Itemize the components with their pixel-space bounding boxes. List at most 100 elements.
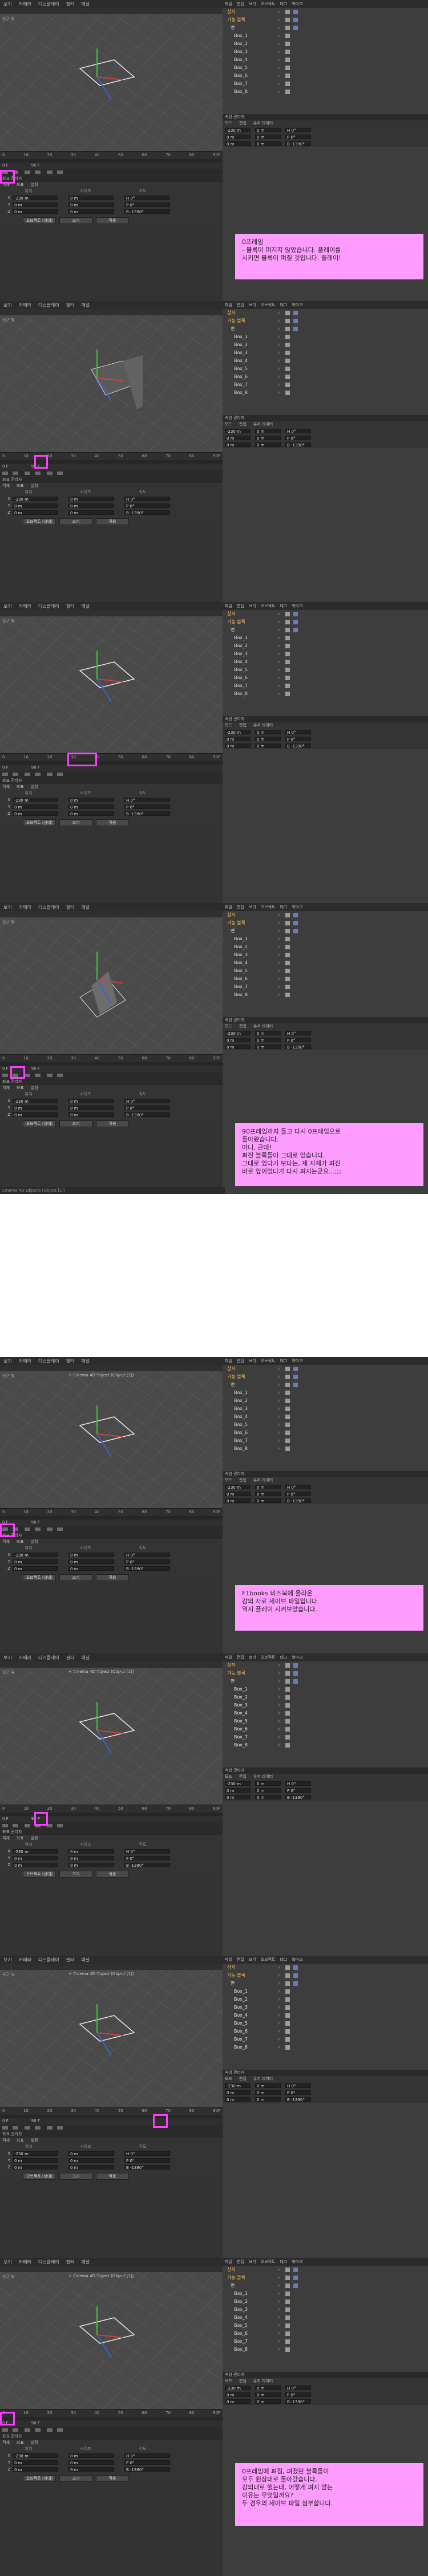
check-icon[interactable]: ✓ <box>277 10 281 14</box>
size-field[interactable]: 0 m <box>68 1559 114 1565</box>
attr-manager-tab[interactable]: 모드 <box>225 2379 232 2383</box>
om-menu-item[interactable]: 태그 <box>280 1655 287 1660</box>
pos-field[interactable]: 0 m <box>13 805 58 810</box>
rot-field[interactable]: H 0° <box>124 1099 170 1104</box>
om-object-row[interactable]: 상자 ✓ <box>223 1964 428 1972</box>
om-object-row[interactable]: Box_3 ✓ <box>223 1405 428 1413</box>
pos-field[interactable]: 0 m <box>13 1559 58 1565</box>
object-mode-button[interactable]: 오브젝트 (상대) <box>23 1120 56 1127</box>
play-button[interactable] <box>24 472 30 475</box>
menu-item[interactable]: 패널 <box>81 603 90 610</box>
tag-icon[interactable] <box>285 319 290 323</box>
attr-field[interactable]: 0 m <box>225 135 251 140</box>
om-menu-item[interactable]: 파일 <box>225 2260 232 2264</box>
size-field[interactable]: 0 m <box>68 2460 114 2465</box>
attr-field[interactable]: 0 m <box>255 1045 281 1050</box>
check-icon[interactable]: ✓ <box>277 319 281 323</box>
attr-manager-tab[interactable]: 모드 <box>225 2077 232 2081</box>
om-menu-item[interactable]: 오브젝트 <box>261 1957 276 1962</box>
tag-icon[interactable] <box>285 1965 290 1970</box>
om-object-row[interactable]: Box_7 ✓ <box>223 80 428 88</box>
om-object-row[interactable]: Box_3 ✓ <box>223 650 428 658</box>
om-object-row[interactable]: 가능 블록 ✓ <box>223 317 428 325</box>
check-icon[interactable]: ✓ <box>277 343 281 347</box>
check-icon[interactable]: ✓ <box>277 1671 281 1676</box>
coord-tab[interactable]: 좌표 <box>17 1836 24 1840</box>
om-object-row[interactable]: Box_6 ✓ <box>223 373 428 381</box>
check-icon[interactable]: ✓ <box>277 644 281 648</box>
attr-field[interactable]: 0 m <box>255 2399 281 2404</box>
rot-field[interactable]: H 0° <box>124 196 170 201</box>
om-object-row[interactable]: Box_1 ✓ <box>223 1389 428 1397</box>
attr-manager-tab[interactable]: 모드 <box>225 723 232 728</box>
timeline-scrubber[interactable] <box>0 2115 223 2118</box>
om-object-row[interactable]: Box_6 ✓ <box>223 72 428 80</box>
rot-field[interactable]: H 0° <box>124 1849 170 1854</box>
check-icon[interactable]: ✓ <box>277 1735 281 1740</box>
attr-field[interactable]: 0 m <box>225 436 251 441</box>
attr-field[interactable]: 0 m <box>225 1498 251 1504</box>
size-field[interactable]: 0 m <box>68 209 114 214</box>
coord-tab[interactable]: 좌표 <box>17 1086 24 1090</box>
om-object-row[interactable]: 가능 블록 ✓ <box>223 618 428 626</box>
attr-field[interactable]: B -1390° <box>285 743 311 749</box>
attr-field[interactable]: -230 m <box>225 128 251 133</box>
check-icon[interactable]: ✓ <box>277 1399 281 1403</box>
om-menu-item[interactable]: 태그 <box>280 1957 287 1962</box>
size-field[interactable]: 0 m <box>68 1566 114 1571</box>
tag-icon[interactable] <box>285 1367 290 1371</box>
om-object-row[interactable]: Box_4 ✓ <box>223 658 428 666</box>
timeline-scrubber[interactable] <box>0 761 223 765</box>
coord-tab[interactable]: 좌표 <box>17 483 24 488</box>
om-menu-item[interactable]: 북마크 <box>292 604 302 608</box>
pos-field[interactable]: -230 m <box>13 798 58 803</box>
apply-button[interactable]: 적용 <box>96 1120 129 1127</box>
om-object-row[interactable]: Box_1 ✓ <box>223 634 428 642</box>
object-mode-button[interactable]: 오브젝트 (상대) <box>23 1871 56 1878</box>
attr-field[interactable]: 0 m <box>225 442 251 448</box>
attr-manager-tab[interactable]: 유저 데이터 <box>253 1774 273 1779</box>
timeline-scrubber[interactable] <box>0 1516 223 1519</box>
pos-field[interactable]: 0 m <box>13 209 58 214</box>
3d-viewport[interactable]: 원근 뷰 + Cinema 4D Object (Object [1]) <box>0 1371 223 1508</box>
pos-field[interactable]: 0 m <box>13 2165 58 2170</box>
apply-button[interactable]: 적용 <box>96 518 129 525</box>
tag-icon[interactable] <box>285 2045 290 2050</box>
attr-field[interactable]: B -1390° <box>285 2399 311 2404</box>
om-object-row[interactable]: Box_1 ✓ <box>223 1685 428 1693</box>
coord-tab[interactable]: 설정 <box>31 2440 38 2445</box>
attr-field[interactable]: -230 m <box>225 1485 251 1490</box>
check-icon[interactable]: ✓ <box>277 692 281 696</box>
attr-field[interactable]: 0 m <box>225 1788 251 1793</box>
size-field[interactable]: 0 m <box>68 2151 114 2156</box>
prev-frame-button[interactable] <box>13 472 18 475</box>
tag-icon[interactable] <box>285 351 290 355</box>
attr-field[interactable]: 0 m <box>225 1492 251 1497</box>
check-icon[interactable]: ✓ <box>277 1727 281 1732</box>
prev-frame-button[interactable] <box>13 2126 18 2130</box>
coord-tab[interactable]: 좌표 <box>17 182 24 187</box>
attr-field[interactable]: P 0° <box>285 1038 311 1043</box>
tag-icon[interactable] <box>285 945 290 949</box>
attr-manager-tab[interactable]: 모드 <box>225 121 232 125</box>
tag-icon[interactable] <box>285 2299 290 2304</box>
om-object-row[interactable]: Box_2 ✓ <box>223 1397 428 1405</box>
om-menu-item[interactable]: 오브젝트 <box>261 604 276 608</box>
om-object-row[interactable]: 가능 블록 ✓ <box>223 1972 428 1980</box>
rot-field[interactable]: P 0° <box>124 1856 170 1861</box>
tag-icon[interactable] <box>285 2268 290 2272</box>
check-icon[interactable]: ✓ <box>277 913 281 917</box>
timeline[interactable]: 0 10 20 30 40 50 60 70 80 90F 0 F 90 F <box>0 2409 223 2433</box>
check-icon[interactable]: ✓ <box>277 620 281 624</box>
om-menu-item[interactable]: 북마크 <box>292 303 302 307</box>
om-object-row[interactable]: Box_4 ✓ <box>223 1709 428 1717</box>
size-mode-button[interactable]: 크기 <box>59 518 92 525</box>
om-object-row[interactable]: 면 ✓ <box>223 2282 428 2290</box>
rewind-button[interactable] <box>2 472 8 475</box>
attr-field[interactable]: H 0° <box>285 128 311 133</box>
attr-field[interactable]: 0 m <box>255 429 281 434</box>
rewind-button[interactable] <box>2 1824 8 1827</box>
om-object-row[interactable]: 면 ✓ <box>223 1980 428 1988</box>
attr-manager-tab[interactable]: 유저 데이터 <box>253 1478 273 1482</box>
om-object-row[interactable]: Box_7 ✓ <box>223 682 428 690</box>
